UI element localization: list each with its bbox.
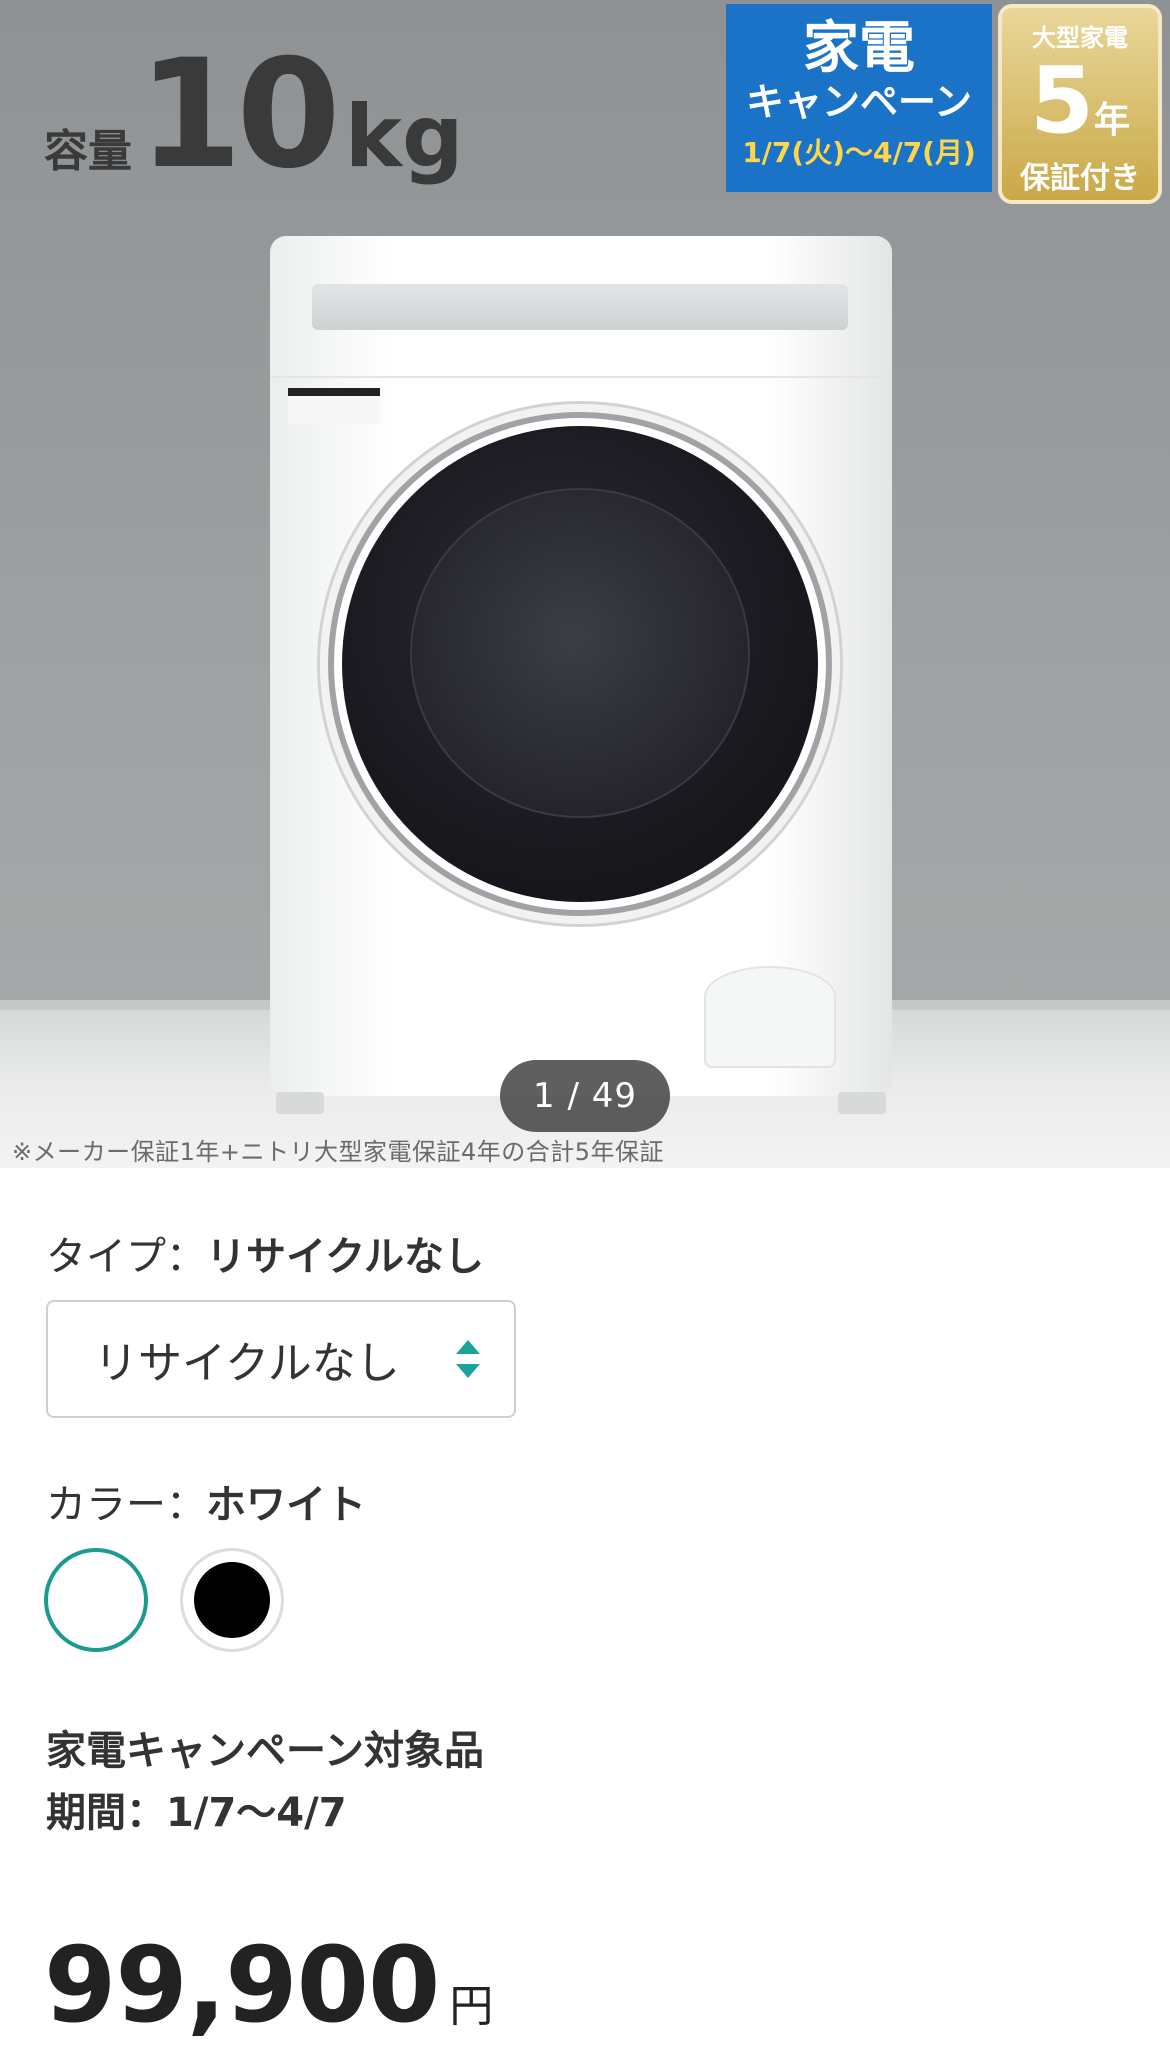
campaign-title: 家電キャンペーン対象品 <box>46 1728 484 1774</box>
campaign-info: 家電キャンペーン対象品 期間：1/7〜4/7 <box>46 1720 484 1844</box>
price-amount: 99,900 <box>44 1924 440 2046</box>
type-label-row: タイプ：リサイクルなし <box>46 1224 484 1282</box>
foot-right <box>838 1092 886 1114</box>
washing-machine-image <box>270 236 892 1114</box>
type-select[interactable]: リサイクルなし <box>46 1300 516 1418</box>
campaign-badge-title: 家電 <box>803 16 915 81</box>
warranty-note: ※メーカー保証1年+ニトリ大型家電保証4年の合計5年保証 <box>12 1138 665 1166</box>
campaign-badge-subtitle: キャンペーン <box>745 79 973 124</box>
control-panel <box>312 284 848 330</box>
color-swatch-white[interactable] <box>44 1548 148 1652</box>
product-options: タイプ：リサイクルなし リサイクルなし カラー：ホワイト 家電キャンペーン対象品… <box>0 1168 1170 2072</box>
capacity-label: 容量 <box>44 126 132 177</box>
price: 99,900 円 <box>44 1924 493 2046</box>
drum <box>410 488 750 818</box>
type-value: リサイクルなし <box>206 1234 484 1280</box>
foot-left <box>276 1092 324 1114</box>
campaign-badge-dates: 1/7(火)〜4/7(月) <box>742 136 976 170</box>
panel-divider <box>270 376 892 378</box>
color-swatch-black[interactable] <box>180 1548 284 1652</box>
product-image-carousel[interactable]: 容量 10 kg 家電 キャンペーン 1/7(火)〜4/7(月) 大型家電 5年… <box>0 0 1170 1168</box>
warning-label <box>288 388 380 424</box>
campaign-badge: 家電 キャンペーン 1/7(火)〜4/7(月) <box>726 4 992 192</box>
type-label: タイプ： <box>46 1234 206 1280</box>
capacity-value: 10 <box>138 28 341 202</box>
warranty-badge: 大型家電 5年 保証付き <box>998 4 1162 204</box>
warranty-badge-years: 5年 <box>1029 47 1131 154</box>
image-counter: 1 / 49 <box>500 1060 670 1132</box>
capacity-overlay: 容量 10 kg <box>44 40 464 190</box>
capacity-unit: kg <box>344 87 464 187</box>
white-dot <box>52 1556 140 1644</box>
select-arrows-icon <box>456 1340 480 1382</box>
color-label: カラー： <box>46 1482 206 1528</box>
black-dot <box>194 1562 270 1638</box>
price-currency: 円 <box>449 1981 494 2032</box>
type-select-value: リサイクルなし <box>94 1338 400 1389</box>
service-panel <box>704 966 836 1068</box>
campaign-period: 期間：1/7〜4/7 <box>46 1790 347 1836</box>
warranty-badge-bottom: 保証付き <box>1020 161 1140 196</box>
color-label-row: カラー：ホワイト <box>46 1472 366 1530</box>
color-value: ホワイト <box>206 1482 366 1528</box>
